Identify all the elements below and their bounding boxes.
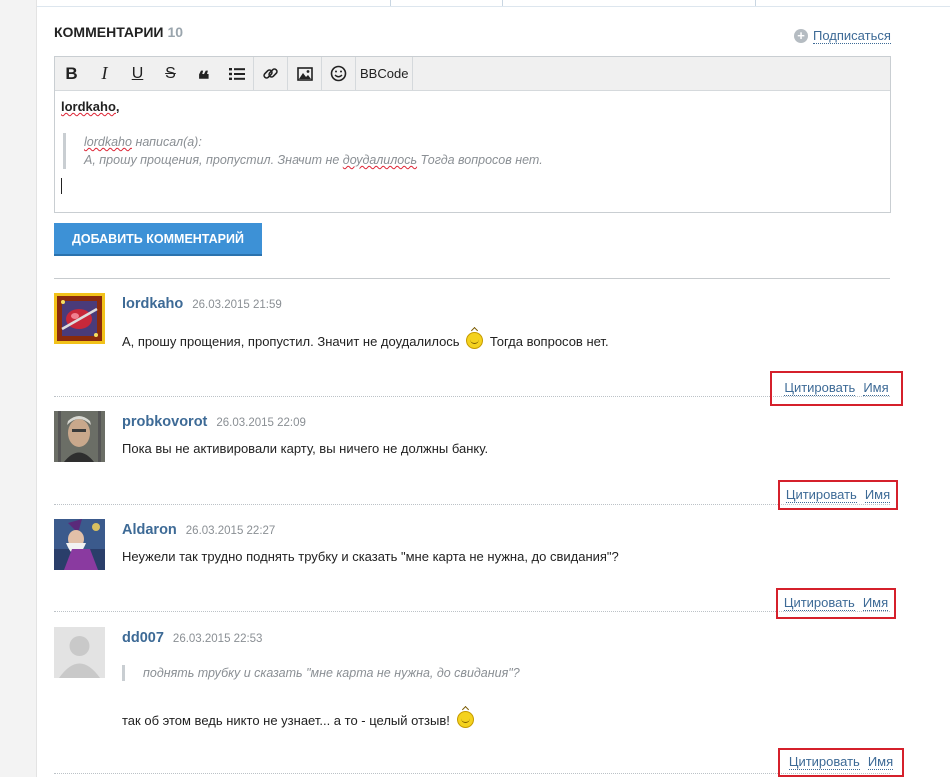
comment-divider: [54, 611, 890, 612]
comment-date: 26.03.2015 22:53: [172, 633, 263, 645]
quote-link[interactable]: Цитировать: [785, 487, 857, 503]
comment-item: Aldaron 26.03.2015 22:27 Неужели так труд…: [54, 519, 896, 619]
bbcode-toggle[interactable]: BBCode: [356, 57, 414, 90]
text-cursor: [61, 178, 62, 194]
comment-author[interactable]: Aldaron 26.03.2015 22:27: [122, 522, 275, 538]
avatar[interactable]: [54, 627, 105, 678]
name-link[interactable]: Имя: [867, 755, 894, 770]
name-link[interactable]: Имя: [863, 381, 889, 396]
author-name: lordkaho: [122, 296, 184, 312]
divider: [54, 278, 890, 279]
avatar[interactable]: [54, 411, 105, 462]
subscribe-label: Подписаться: [813, 28, 891, 44]
comment-author[interactable]: lordkaho 26.03.2015 21:59: [122, 296, 282, 312]
smile-emoji-icon: [456, 711, 474, 728]
comment-text-b: Тогда вопросов нет.: [489, 334, 609, 349]
add-comment-button[interactable]: ДОБАВИТЬ КОММЕНТАРИЙ: [54, 223, 262, 256]
comment-item: dd007 26.03.2015 22:53 поднять трубку и с…: [54, 627, 904, 777]
comment-item: lordkaho 26.03.2015 21:59 А, прошу прощен…: [54, 293, 903, 406]
editor-quote: lordkaho написал(а): А, прошу прощения, …: [63, 133, 884, 169]
underline-icon[interactable]: U: [121, 57, 154, 90]
editor-quote-text-c: Тогда вопросов нет.: [417, 153, 543, 167]
reply-to-name: lordkaho,: [61, 99, 120, 114]
editor-quote-wrote: написал(а):: [135, 135, 202, 149]
comment-text: Неужели так трудно поднять трубку и сказ…: [122, 549, 619, 564]
comments-count: 10: [167, 24, 184, 40]
editor-toolbar: B I U S ❝ BBCode: [55, 57, 890, 93]
comment-date: 26.03.2015 22:09: [216, 417, 306, 429]
plus-circle-icon: +: [794, 29, 808, 43]
smiley-icon[interactable]: [322, 57, 356, 90]
comment-text: так об этом ведь никто не узнает... а то…: [122, 711, 477, 731]
comment-date: 26.03.2015 22:27: [185, 525, 276, 537]
comment-item: probkovorot 26.03.2015 22:09 Пока вы не а…: [54, 411, 898, 511]
link-icon[interactable]: [254, 57, 288, 90]
comment-divider: [54, 504, 890, 505]
comment-text-a: А, прошу прощения, пропустил. Значит не …: [122, 334, 460, 349]
comments-heading: КОММЕНТАРИИ 10: [54, 24, 183, 40]
quote-link[interactable]: Цитировать: [788, 755, 860, 770]
author-name: dd007: [122, 630, 164, 646]
subscribe-link[interactable]: + Подписаться: [794, 28, 891, 44]
editor-quote-text-a: А, прошу прощения, пропустил. Значит не: [84, 153, 343, 167]
strikethrough-icon[interactable]: S: [154, 57, 187, 90]
comment-actions: Цитировать Имя: [778, 480, 898, 510]
editor-quote-author: lordkaho: [84, 135, 132, 149]
comment-editor[interactable]: B I U S ❝ BBCode lordkaho, lordkaho напи…: [54, 56, 891, 213]
comment-divider: [54, 773, 890, 774]
smile-emoji-icon: [466, 332, 484, 349]
quote-link[interactable]: Цитировать: [783, 596, 855, 611]
comment-author[interactable]: dd007 26.03.2015 22:53: [122, 630, 262, 646]
comment-date: 26.03.2015 21:59: [192, 299, 282, 311]
italic-icon[interactable]: I: [88, 57, 121, 90]
comment-divider: [54, 396, 890, 397]
comment-actions: Цитировать Имя: [778, 748, 904, 777]
top-tabs-line: [37, 0, 950, 7]
image-icon[interactable]: [288, 57, 322, 90]
avatar[interactable]: [54, 519, 105, 570]
comment-text: Пока вы не активировали карту, вы ничего…: [122, 441, 489, 456]
comment-quote: поднять трубку и сказать "мне карта не н…: [122, 665, 520, 681]
editor-text-area[interactable]: lordkaho, lordkaho написал(а): А, прошу …: [55, 91, 890, 202]
name-link[interactable]: Имя: [862, 596, 889, 611]
author-name: probkovorot: [122, 414, 208, 430]
comment-text-main: так об этом ведь никто не узнает... а то…: [122, 713, 450, 728]
comment-actions: Цитировать Имя: [770, 371, 903, 406]
comment-author[interactable]: probkovorot 26.03.2015 22:09: [122, 414, 306, 430]
comment-actions: Цитировать Имя: [776, 588, 896, 619]
author-name: Aldaron: [122, 522, 177, 538]
name-link[interactable]: Имя: [864, 487, 891, 503]
avatar[interactable]: [54, 293, 105, 344]
comment-text: А, прошу прощения, пропустил. Значит не …: [122, 332, 609, 352]
list-icon[interactable]: [220, 57, 254, 90]
editor-quote-text-b: доудалилось: [342, 153, 418, 167]
quote-link[interactable]: Цитировать: [784, 381, 856, 396]
bold-icon[interactable]: B: [55, 57, 88, 90]
comments-title: КОММЕНТАРИИ: [54, 24, 164, 40]
